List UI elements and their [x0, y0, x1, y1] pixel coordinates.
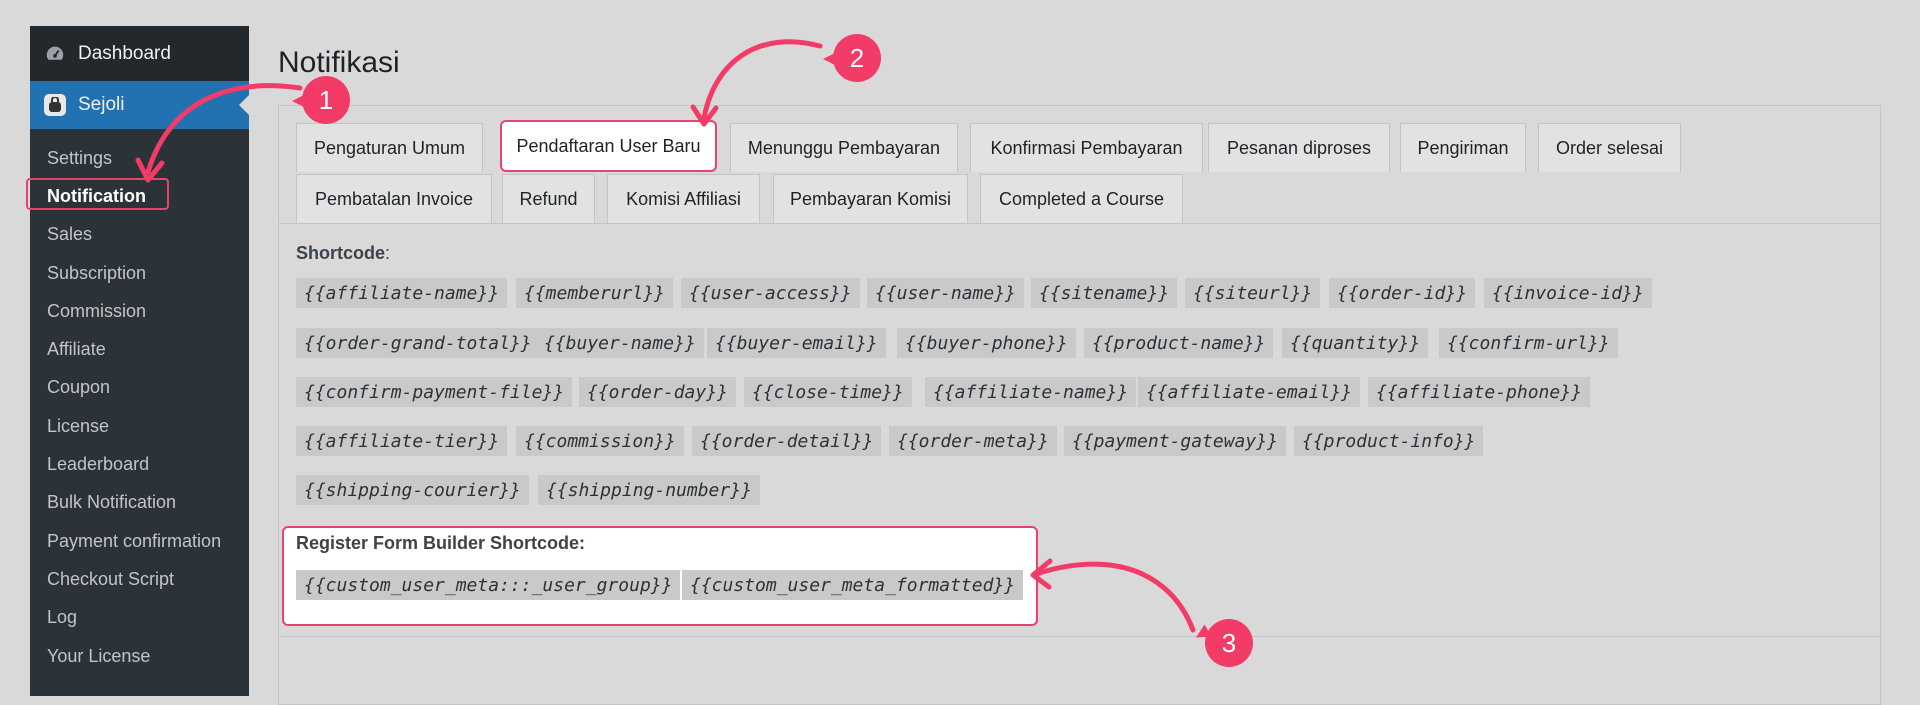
page-title: Notifikasi [278, 46, 400, 79]
tab-pendaftaran-user-baru[interactable]: Pendaftaran User Baru [500, 120, 717, 172]
shortcode-chip: {{sitename}} [1031, 278, 1178, 308]
shortcode-label-text: Shortcode [296, 243, 386, 263]
notification-panel: Pengaturan Umum Pendaftaran User Baru Me… [278, 105, 1881, 705]
sejoli-submenu: Settings Notification Sales Subscription… [30, 129, 249, 696]
shortcode-chip: {{product-name}} [1084, 328, 1274, 358]
shortcode-chip: {{affiliate-name}} [925, 377, 1137, 407]
register-form-shortcode-chip: {{custom_user_meta:::_user_group}} [296, 570, 681, 600]
shortcode-chip: {{user-name}} [867, 278, 1024, 308]
shortcode-chip: {{order-detail}} [692, 426, 882, 456]
shortcode-chip: {{order-meta}} [889, 426, 1057, 456]
tab-pesanan-diproses[interactable]: Pesanan diproses [1208, 123, 1390, 172]
submenu-license[interactable]: License [30, 407, 249, 445]
notification-highlight-box [26, 178, 169, 210]
dashboard-icon [46, 46, 64, 60]
sejoli-icon [44, 94, 66, 116]
submenu-subscription[interactable]: Subscription [30, 254, 249, 292]
tab-pembatalan-invoice[interactable]: Pembatalan Invoice [296, 174, 492, 223]
shortcode-chip: {{buyer-phone}} [897, 328, 1076, 358]
tab-refund[interactable]: Refund [502, 174, 595, 223]
shortcode-chip: {{affiliate-email}} [1138, 377, 1360, 407]
menu-dashboard-label: Dashboard [78, 42, 171, 64]
tab-order-selesai[interactable]: Order selesai [1538, 123, 1681, 172]
tab-pengaturan-umum[interactable]: Pengaturan Umum [296, 123, 483, 172]
shortcode-chip: {{buyer-email}} [707, 328, 886, 358]
shortcode-chip: {{memberurl}} [516, 278, 673, 308]
shortcode-chip: {{invoice-id}} [1484, 278, 1652, 308]
submenu-affiliate[interactable]: Affiliate [30, 330, 249, 368]
shortcode-label: Shortcode: [296, 243, 390, 264]
submenu-settings[interactable]: Settings [30, 139, 249, 177]
submenu-log[interactable]: Log [30, 599, 249, 637]
menu-sejoli-label: Sejoli [78, 94, 125, 115]
callout-badge-1: 1 [292, 76, 350, 124]
tab-komisi-affiliasi[interactable]: Komisi Affiliasi [607, 174, 760, 223]
shortcode-chip: {{shipping-number}} [538, 475, 760, 505]
shortcode-label-colon: : [385, 243, 391, 263]
shortcode-chip: {{order-grand-total}} [296, 328, 540, 358]
shortcode-chip: {{siteurl}} [1185, 278, 1321, 308]
shortcode-chip: {{confirm-payment-file}} [296, 377, 573, 407]
submenu-payment-confirmation[interactable]: Payment confirmation [30, 522, 249, 560]
menu-dashboard[interactable]: Dashboard [30, 26, 249, 81]
tab-bar: Pengaturan Umum Pendaftaran User Baru Me… [279, 106, 1880, 224]
shortcode-chip: {{payment-gateway}} [1064, 426, 1286, 456]
menu-sejoli[interactable]: Sejoli [30, 81, 249, 129]
submenu-coupon[interactable]: Coupon [30, 369, 249, 407]
shortcode-chip: {{order-day}} [579, 377, 736, 407]
shortcode-chip: {{product-info}} [1294, 426, 1484, 456]
shortcode-chip: {{order-id}} [1329, 278, 1476, 308]
shortcode-chip: {{quantity}} [1282, 328, 1429, 358]
shortcode-chip: {{commission}} [516, 426, 684, 456]
shortcode-chip: {{affiliate-tier}} [296, 426, 508, 456]
submenu-bulk-notification[interactable]: Bulk Notification [30, 484, 249, 522]
submenu-commission[interactable]: Commission [30, 292, 249, 330]
shortcode-chip: {{user-access}} [681, 278, 860, 308]
shortcode-chip: {{shipping-courier}} [296, 475, 529, 505]
submenu-your-license[interactable]: Your License [30, 637, 249, 675]
callout-badge-2: 2 [823, 34, 881, 82]
admin-sidebar: Dashboard Sejoli Settings Notification S… [30, 26, 249, 696]
tab-completed-a-course[interactable]: Completed a Course [980, 174, 1183, 223]
panel-divider [279, 636, 1880, 637]
tab-pembayaran-komisi[interactable]: Pembayaran Komisi [773, 174, 968, 223]
tab-menunggu-pembayaran[interactable]: Menunggu Pembayaran [730, 123, 958, 172]
submenu-sales[interactable]: Sales [30, 216, 249, 254]
shortcode-chip: {{buyer-name}} [536, 328, 704, 358]
shortcode-chip: {{affiliate-phone}} [1368, 377, 1590, 407]
register-form-label: Register Form Builder Shortcode: [296, 533, 586, 553]
register-form-shortcode-chip: {{custom_user_meta_formatted}} [682, 570, 1024, 600]
shortcode-chip: {{confirm-url}} [1439, 328, 1618, 358]
submenu-leaderboard[interactable]: Leaderboard [30, 445, 249, 483]
shortcode-chip: {{close-time}} [744, 377, 912, 407]
shortcode-chip: {{affiliate-name}} [296, 278, 508, 308]
tab-pengiriman[interactable]: Pengiriman [1400, 123, 1526, 172]
submenu-checkout-script[interactable]: Checkout Script [30, 560, 249, 598]
tab-konfirmasi-pembayaran[interactable]: Konfirmasi Pembayaran [970, 123, 1203, 172]
callout-badge-3: 3 [1205, 619, 1253, 667]
